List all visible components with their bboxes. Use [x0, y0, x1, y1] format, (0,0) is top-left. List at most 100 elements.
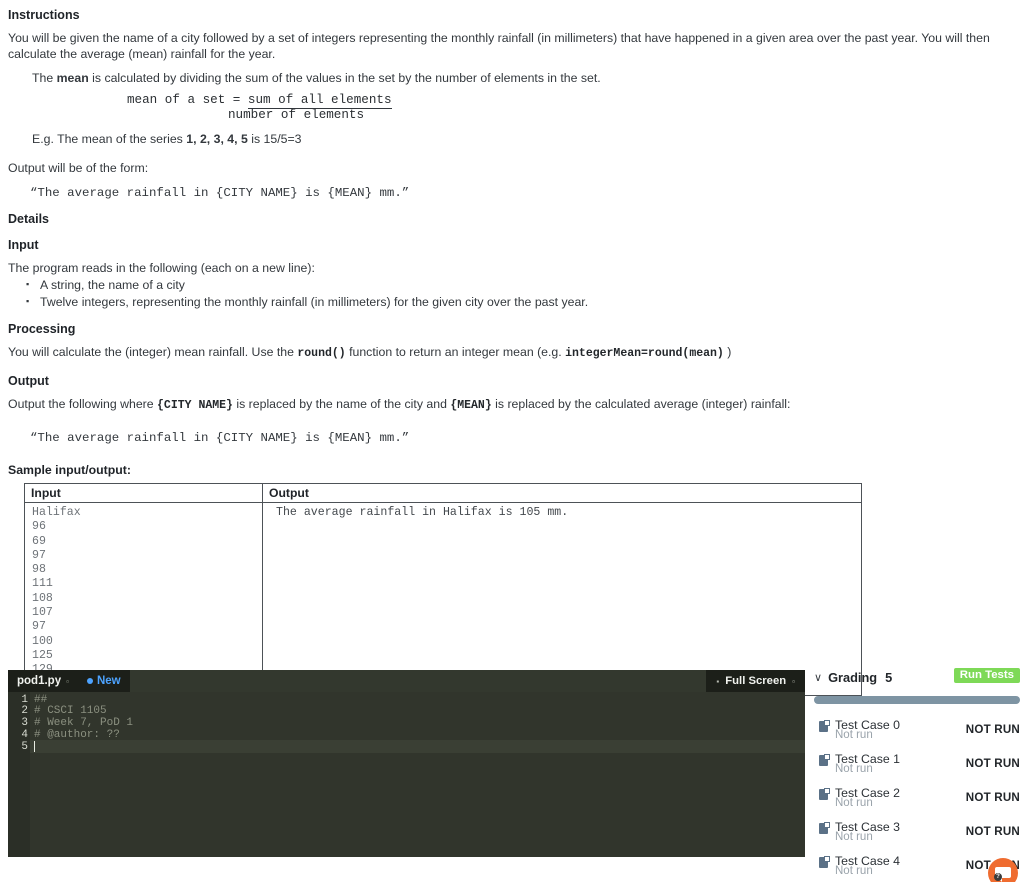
test-case-row[interactable]: Test Case 0 Not run NOT RUN — [814, 718, 1020, 746]
mean-placeholder-code: {MEAN} — [450, 398, 492, 412]
test-case-subtitle: Not run — [835, 763, 873, 775]
instructions-heading: Instructions — [8, 8, 80, 22]
sample-input-line: 125 — [32, 648, 53, 662]
grading-panel: ∨ Grading 5 Run Tests Test Case 0 Not ru… — [814, 666, 1020, 882]
test-case-row[interactable]: Test Case 1 Not run NOT RUN — [814, 752, 1020, 780]
run-tests-button[interactable]: Run Tests — [953, 668, 1020, 683]
test-case-row[interactable]: Test Case 3 Not run NOT RUN — [814, 820, 1020, 848]
test-case-row[interactable]: Test Case 2 Not run NOT RUN — [814, 786, 1020, 814]
full-screen-button[interactable]: ▪ Full Screen ▫ — [706, 670, 805, 692]
sample-io-label: Sample input/output: — [8, 463, 131, 477]
text-cursor — [34, 741, 35, 752]
editor-tab-pod1[interactable]: pod1.py ▫ — [8, 670, 78, 692]
sample-input-line: 69 — [32, 534, 46, 548]
formula-lhs: mean of a set = — [127, 92, 248, 107]
line-number: 2 — [21, 705, 28, 717]
mean-definition-block: The mean is calculated by dividing the s… — [32, 71, 1014, 147]
grading-header[interactable]: ∨ Grading 5 Run Tests — [814, 666, 1020, 688]
tab-bar-spacer — [129, 670, 707, 692]
code-text-area[interactable] — [30, 692, 805, 857]
editor-body[interactable]: 1 2 3 4 5 ## # CSCI 1105 # Week 7, PoD 1… — [8, 692, 805, 857]
full-screen-label: Full Screen — [725, 675, 787, 687]
grading-progress-bar — [814, 696, 1020, 704]
editor-tab-bar: pod1.py ▫ New ▪ Full Screen ▫ — [8, 670, 805, 692]
instructions-document: Instructions You will be given the name … — [0, 0, 1024, 696]
column-header-input: Input — [24, 483, 263, 503]
line-number: 5 — [21, 741, 28, 753]
details-heading: Details — [8, 211, 49, 226]
sample-input-line: 97 — [32, 548, 46, 562]
processing-heading: Processing — [8, 322, 76, 336]
sample-input-cell: Halifax 96 69 97 98 111 108 107 97 100 1… — [24, 502, 263, 696]
new-tab-label: New — [96, 675, 121, 687]
file-icon — [819, 720, 830, 732]
sample-input-line: 108 — [32, 591, 53, 605]
input-bullet-list: A string, the name of a city Twelve inte… — [8, 277, 1014, 310]
example-series: 1, 2, 3, 4, 5 — [186, 131, 248, 146]
formula-line-1: mean of a set = sum of all elements — [127, 92, 1014, 109]
close-icon[interactable]: ▫ — [66, 677, 69, 686]
sample-io-table: Input Output Halifax 96 69 97 98 111 108… — [24, 483, 862, 696]
expand-icon: ▪ — [716, 676, 720, 686]
input-lead: The program reads in the following (each… — [8, 260, 315, 275]
formula-denominator: number of elements — [228, 107, 365, 122]
test-case-subtitle: Not run — [835, 831, 873, 843]
mean-def-post: is calculated by dividing the sum of the… — [88, 71, 601, 85]
file-icon — [819, 754, 830, 766]
processing-mid: function to return an integer mean (e.g. — [345, 345, 566, 359]
mean-definition-text: The mean is calculated by dividing the s… — [32, 71, 1014, 87]
output-mid: is replaced by the name of the city and — [232, 396, 451, 411]
output-post: is replaced by the calculated average (i… — [491, 396, 791, 411]
input-heading: Input — [8, 237, 39, 252]
processing-text: You will calculate the (integer) mean ra… — [8, 345, 998, 362]
code-line: # @author: ?? — [34, 729, 120, 741]
column-header-output: Output — [262, 483, 862, 503]
test-case-subtitle: Not run — [835, 797, 873, 809]
editor-tab-label: pod1.py — [17, 675, 62, 687]
test-case-subtitle: Not run — [835, 865, 873, 877]
new-tab-button[interactable]: New — [77, 670, 130, 692]
test-case-subtitle: Not run — [835, 729, 873, 741]
processing-pre: You will calculate the (integer) mean ra… — [8, 345, 298, 359]
sample-input-line: 96 — [32, 520, 46, 534]
formula-numerator: sum of all elements — [247, 92, 392, 109]
active-line-highlight — [30, 740, 805, 753]
help-chat-button[interactable]: ? — [988, 858, 1018, 882]
code-line: # Week 7, PoD 1 — [34, 717, 134, 729]
status-badge: NOT RUN — [965, 757, 1020, 770]
sample-input-line: 107 — [32, 606, 53, 620]
sample-output-cell: The average rainfall in Halifax is 105 m… — [262, 502, 862, 696]
file-icon — [819, 856, 830, 868]
question-mark-icon: ? — [994, 873, 1002, 881]
city-name-placeholder-code: {CITY NAME} — [157, 398, 233, 412]
mean-def-pre: The — [32, 71, 57, 85]
chevron-down-icon[interactable]: ∨ — [814, 671, 822, 684]
output-heading: Output — [8, 373, 49, 388]
sample-input-line: Halifax — [32, 506, 81, 519]
example-post: is 15/5=3 — [247, 131, 302, 146]
status-badge: NOT RUN — [965, 723, 1020, 736]
round-function-code: round() — [297, 347, 346, 360]
processing-post: ) — [723, 345, 732, 359]
plus-dot-icon — [86, 678, 93, 684]
gear-icon[interactable]: ▫ — [792, 677, 795, 686]
test-case-list: Test Case 0 Not run NOT RUN Test Case 1 … — [814, 718, 1020, 882]
mean-formula: mean of a set = sum of all elements numb… — [32, 92, 1014, 122]
line-number: 3 — [21, 717, 28, 729]
table-header-row: Input Output — [24, 483, 862, 503]
input-bullet-city: A string, the name of a city — [26, 277, 1014, 294]
mean-keyword: mean — [56, 71, 89, 85]
line-number: 4 — [21, 729, 28, 741]
file-icon — [819, 788, 830, 800]
output-text: Output the following where {CITY NAME} i… — [8, 397, 998, 414]
sample-input-line: 111 — [32, 577, 53, 591]
output-code-block: “The average rainfall in {CITY NAME} is … — [30, 431, 410, 445]
output-form-code: “The average rainfall in {CITY NAME} is … — [30, 185, 410, 200]
output-pre: Output the following where — [8, 396, 158, 411]
assignment-page: Instructions You will be given the name … — [0, 0, 1024, 882]
code-editor[interactable]: pod1.py ▫ New ▪ Full Screen ▫ 1 2 3 4 5 — [8, 670, 805, 857]
instructions-intro: You will be given the name of a city fol… — [8, 31, 990, 61]
sample-output-text: The average rainfall in Halifax is 105 m… — [276, 506, 569, 519]
file-icon — [819, 822, 830, 834]
sample-input-line: 98 — [32, 563, 46, 577]
